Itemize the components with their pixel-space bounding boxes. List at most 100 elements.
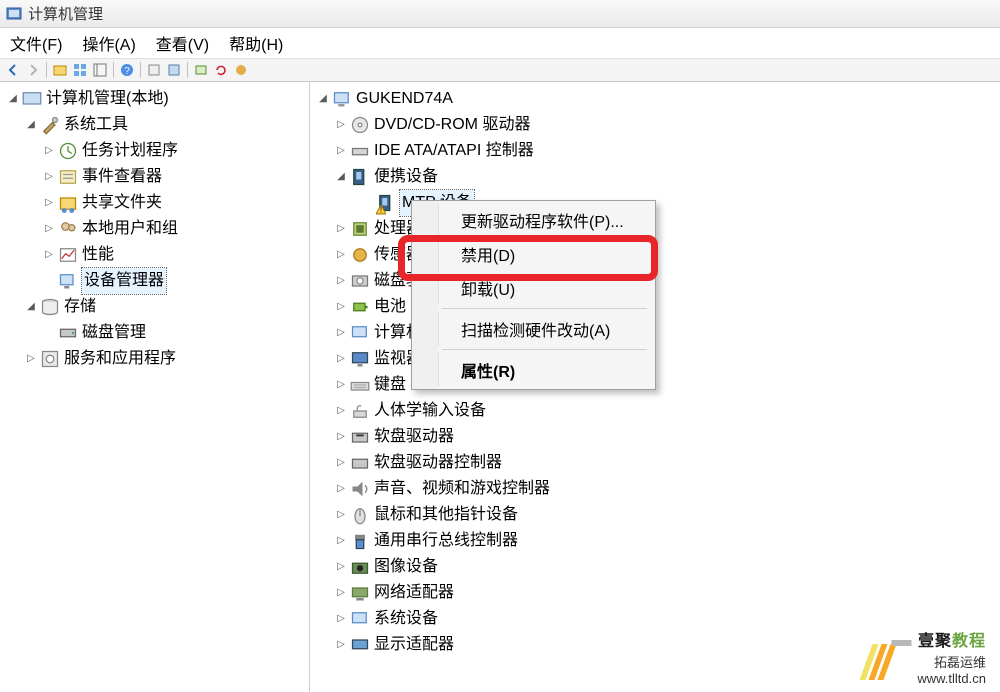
- services-apps[interactable]: ▷ 服务和应用程序: [24, 346, 303, 372]
- expand-icon[interactable]: ▷: [334, 352, 348, 366]
- expand-icon[interactable]: ▷: [334, 144, 348, 158]
- collapse-icon[interactable]: ◢: [334, 170, 348, 184]
- mouse-category[interactable]: ▷鼠标和其他指针设备: [334, 502, 994, 528]
- tool-view-icon[interactable]: [165, 61, 183, 79]
- expand-icon[interactable]: ▷: [334, 560, 348, 574]
- expand-icon[interactable]: ▷: [334, 430, 348, 444]
- shared-folder-icon: [58, 193, 78, 213]
- display-adapter-icon: [350, 635, 370, 655]
- expand-icon[interactable]: ▷: [334, 300, 348, 314]
- hard-disk-icon: [350, 271, 370, 291]
- task-scheduler[interactable]: ▷ 任务计划程序: [42, 138, 303, 164]
- tool-tree-icon[interactable]: [91, 61, 109, 79]
- usb-icon: [350, 531, 370, 551]
- sound-icon: [350, 479, 370, 499]
- cm-uninstall[interactable]: 卸载(U): [438, 271, 653, 305]
- expand-icon[interactable]: ▷: [334, 612, 348, 626]
- event-viewer[interactable]: ▷ 事件查看器: [42, 164, 303, 190]
- toolbar: ?: [0, 58, 1000, 82]
- system-dev-icon: [350, 609, 370, 629]
- imaging-icon: [350, 557, 370, 577]
- cm-disable[interactable]: 禁用(D): [438, 237, 653, 271]
- expand-icon[interactable]: ▷: [42, 222, 56, 236]
- usb-category[interactable]: ▷通用串行总线控制器: [334, 528, 994, 554]
- tool-help-icon[interactable]: ?: [118, 61, 136, 79]
- menu-separator: [442, 308, 647, 309]
- imaging-category[interactable]: ▷图像设备: [334, 554, 994, 580]
- expand-icon[interactable]: ▷: [334, 222, 348, 236]
- hid-category[interactable]: ▷人体学输入设备: [334, 398, 994, 424]
- storage-icon: [40, 297, 60, 317]
- mgmt-root[interactable]: ◢ 计算机管理(本地): [6, 86, 303, 112]
- forward-button[interactable]: [24, 61, 42, 79]
- expand-icon[interactable]: ▷: [42, 248, 56, 262]
- shared-folders[interactable]: ▷ 共享文件夹: [42, 190, 303, 216]
- monitor-icon: [350, 349, 370, 369]
- expand-icon[interactable]: ▷: [334, 404, 348, 418]
- expand-icon[interactable]: ▷: [24, 352, 38, 366]
- local-users[interactable]: ▷ 本地用户和组: [42, 216, 303, 242]
- menu-bar: 文件(F) 操作(A) 查看(V) 帮助(H): [0, 28, 1000, 58]
- computer-root[interactable]: ◢ GUKEND74A: [316, 86, 994, 112]
- expand-icon[interactable]: ▷: [334, 456, 348, 470]
- storage[interactable]: ◢ 存储: [24, 294, 303, 320]
- tools-icon: [40, 115, 60, 135]
- computer-mgmt-icon: [22, 89, 42, 109]
- expand-icon[interactable]: ▷: [334, 118, 348, 132]
- left-panel: ◢ 计算机管理(本地) ◢ 系统工具 ▷ 任务计划程序 ▷: [0, 82, 310, 692]
- menu-help[interactable]: 帮助(H): [223, 29, 289, 57]
- expand-icon[interactable]: ▷: [334, 274, 348, 288]
- tool-refresh-icon[interactable]: [212, 61, 230, 79]
- expand-icon[interactable]: ▷: [334, 586, 348, 600]
- expand-icon[interactable]: ▷: [42, 170, 56, 184]
- keyboard-icon: [350, 375, 370, 395]
- expand-icon[interactable]: ▷: [334, 248, 348, 262]
- expand-icon[interactable]: ▷: [334, 326, 348, 340]
- pc-icon: [350, 323, 370, 343]
- ide-icon: [350, 141, 370, 161]
- sound-category[interactable]: ▷声音、视频和游戏控制器: [334, 476, 994, 502]
- watermark: ▬ 壹聚教程 拓磊运维 www.tlltd.cn: [892, 627, 986, 686]
- cm-update-driver[interactable]: 更新驱动程序软件(P)...: [438, 203, 653, 237]
- expand-icon[interactable]: ▷: [334, 534, 348, 548]
- device-manager[interactable]: 设备管理器: [42, 268, 303, 294]
- expand-icon[interactable]: ▷: [334, 378, 348, 392]
- title-bar: 计算机管理: [0, 0, 1000, 28]
- network-icon: [350, 583, 370, 603]
- system-tools[interactable]: ◢ 系统工具: [24, 112, 303, 138]
- expand-icon[interactable]: ▷: [42, 144, 56, 158]
- mtp-device-icon: !: [376, 193, 396, 213]
- portable-category[interactable]: ◢便携设备: [334, 164, 994, 190]
- cm-properties[interactable]: 属性(R): [438, 353, 653, 387]
- svg-text:!: !: [380, 206, 382, 215]
- menu-view[interactable]: 查看(V): [150, 29, 215, 57]
- dvd-category[interactable]: ▷DVD/CD-ROM 驱动器: [334, 112, 994, 138]
- expand-icon[interactable]: ▷: [334, 508, 348, 522]
- menu-file[interactable]: 文件(F): [4, 29, 68, 57]
- ide-category[interactable]: ▷IDE ATA/ATAPI 控制器: [334, 138, 994, 164]
- network-category[interactable]: ▷网络适配器: [334, 580, 994, 606]
- tool-extra-icon[interactable]: [232, 61, 250, 79]
- expand-icon[interactable]: ▷: [42, 196, 56, 210]
- collapse-icon[interactable]: ◢: [24, 300, 38, 314]
- expand-icon[interactable]: ▷: [334, 638, 348, 652]
- expand-icon[interactable]: ▷: [334, 482, 348, 496]
- clock-icon: [58, 141, 78, 161]
- disk-management[interactable]: 磁盘管理: [42, 320, 303, 346]
- tool-folder-icon[interactable]: [51, 61, 69, 79]
- floppy-category[interactable]: ▷软盘驱动器: [334, 424, 994, 450]
- menu-separator: [442, 349, 647, 350]
- tool-grid-icon[interactable]: [71, 61, 89, 79]
- sensor-icon: [350, 245, 370, 265]
- cm-scan[interactable]: 扫描检测硬件改动(A): [438, 312, 653, 346]
- warning-overlay-icon: !: [376, 205, 386, 215]
- collapse-icon[interactable]: ◢: [24, 118, 38, 132]
- tool-scan-icon[interactable]: [192, 61, 210, 79]
- collapse-icon[interactable]: ◢: [6, 92, 20, 106]
- tool-properties-icon[interactable]: [145, 61, 163, 79]
- floppy-ctrl-category[interactable]: ▷软盘驱动器控制器: [334, 450, 994, 476]
- performance[interactable]: ▷ 性能: [42, 242, 303, 268]
- menu-action[interactable]: 操作(A): [76, 29, 141, 57]
- back-button[interactable]: [4, 61, 22, 79]
- collapse-icon[interactable]: ◢: [316, 92, 330, 106]
